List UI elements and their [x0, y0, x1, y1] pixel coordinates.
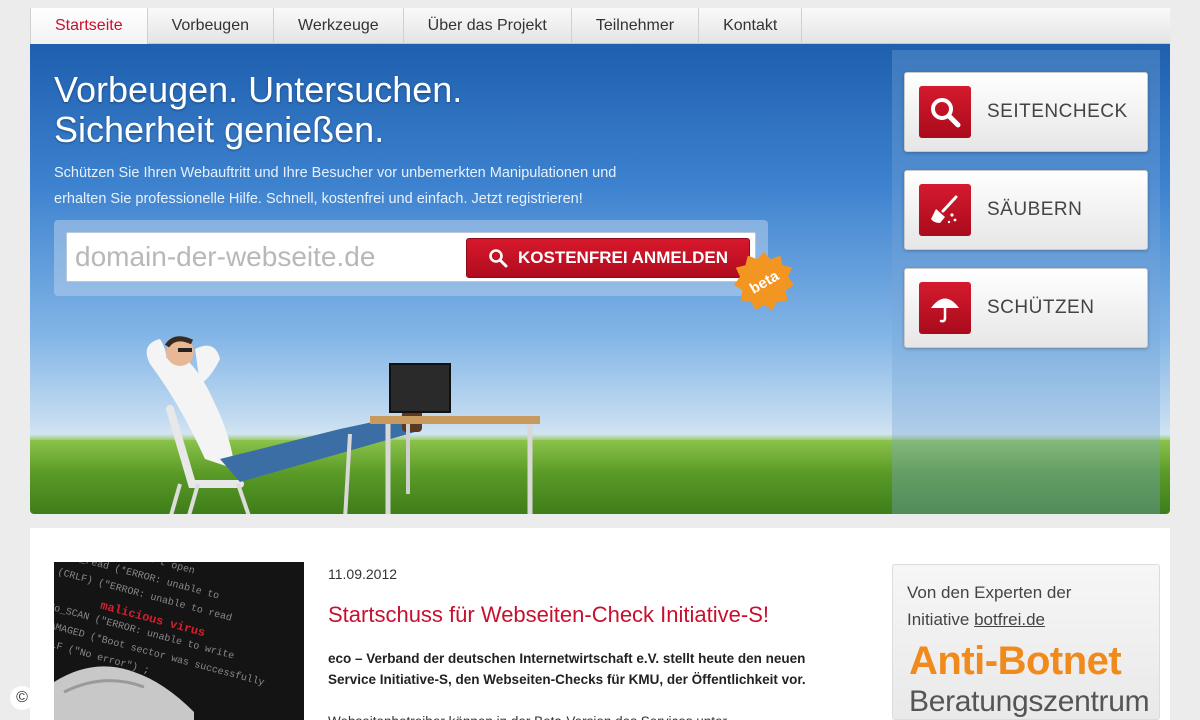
main-navigation: Startseite Vorbeugen Werkzeuge Über das … [30, 8, 1170, 44]
beta-badge-label: beta [746, 266, 782, 298]
anti-botnet-title: Anti-Botnet [909, 639, 1122, 683]
nav-item-werkzeuge[interactable]: Werkzeuge [274, 8, 404, 44]
umbrella-icon [919, 282, 971, 334]
schuetzen-label: SCHÜTZEN [987, 297, 1095, 318]
hero-banner: Vorbeugen. Untersuchen. Sicherheit genie… [30, 44, 1170, 514]
news-thumbnail[interactable]: (*ERROR: couldn't open err_read (*ERROR:… [54, 562, 304, 720]
beratungszentrum-subtitle: Beratungszentrum [909, 685, 1150, 718]
signup-button-label: KOSTENFREI ANMELDEN [518, 248, 728, 267]
botfrei-link[interactable]: botfrei.de [974, 610, 1045, 629]
sidebar-intro-line1: Von den Experten der [907, 583, 1072, 602]
relaxing-man-illustration [146, 336, 540, 514]
sidebar-intro: Von den Experten der Initiative botfrei.… [907, 579, 1071, 633]
schuetzen-button[interactable]: SCHÜTZEN [904, 268, 1148, 348]
anti-botnet-box[interactable]: Von den Experten der Initiative botfrei.… [892, 564, 1160, 720]
saeubern-label: SÄUBERN [987, 199, 1083, 220]
nav-item-vorbeugen[interactable]: Vorbeugen [148, 8, 274, 44]
news-more-text: Webseitenbetreiber können in der Beta-Ve… [328, 711, 838, 720]
hero-text-line2: erhalten Sie professionelle Hilfe. Schne… [54, 191, 583, 207]
saeubern-button[interactable]: SÄUBERN [904, 170, 1148, 250]
hero-title-line1: Vorbeugen. Untersuchen. [54, 69, 463, 110]
nav-item-teilnehmer[interactable]: Teilnehmer [572, 8, 700, 44]
hero-title: Vorbeugen. Untersuchen. Sicherheit genie… [54, 70, 462, 150]
nav-item-kontakt[interactable]: Kontakt [699, 8, 803, 44]
hero-title-line2: Sicherheit genießen. [54, 109, 385, 150]
code-screen-image: (*ERROR: couldn't open err_read (*ERROR:… [54, 562, 304, 720]
news-body: eco – Verband der deutschen Internetwirt… [328, 651, 806, 687]
hero-text-line1: Schützen Sie Ihren Webauftritt und Ihre … [54, 165, 617, 181]
seitencheck-label: SEITENCHECK [987, 101, 1128, 122]
magnifier-icon [919, 86, 971, 138]
seitencheck-button[interactable]: SEITENCHECK [904, 72, 1148, 152]
copyright-icon: © [10, 686, 34, 710]
signup-form: KOSTENFREI ANMELDEN [54, 220, 768, 296]
news-title-link[interactable]: Startschuss für Webseiten-Check Initiati… [328, 602, 769, 628]
sidebar-intro-prefix: Initiative [907, 610, 975, 629]
action-panel: SEITENCHECK SÄUBERN SCHÜTZEN [892, 50, 1160, 514]
news-date: 11.09.2012 [328, 566, 398, 582]
search-icon [489, 249, 508, 268]
news-section: (*ERROR: couldn't open err_read (*ERROR:… [30, 528, 1170, 720]
nav-item-startseite[interactable]: Startseite [30, 8, 148, 44]
broom-icon [919, 184, 971, 236]
signup-button[interactable]: KOSTENFREI ANMELDEN [466, 238, 750, 278]
hero-description: Schützen Sie Ihren Webauftritt und Ihre … [54, 160, 754, 212]
nav-item-ueber-das-projekt[interactable]: Über das Projekt [404, 8, 572, 44]
